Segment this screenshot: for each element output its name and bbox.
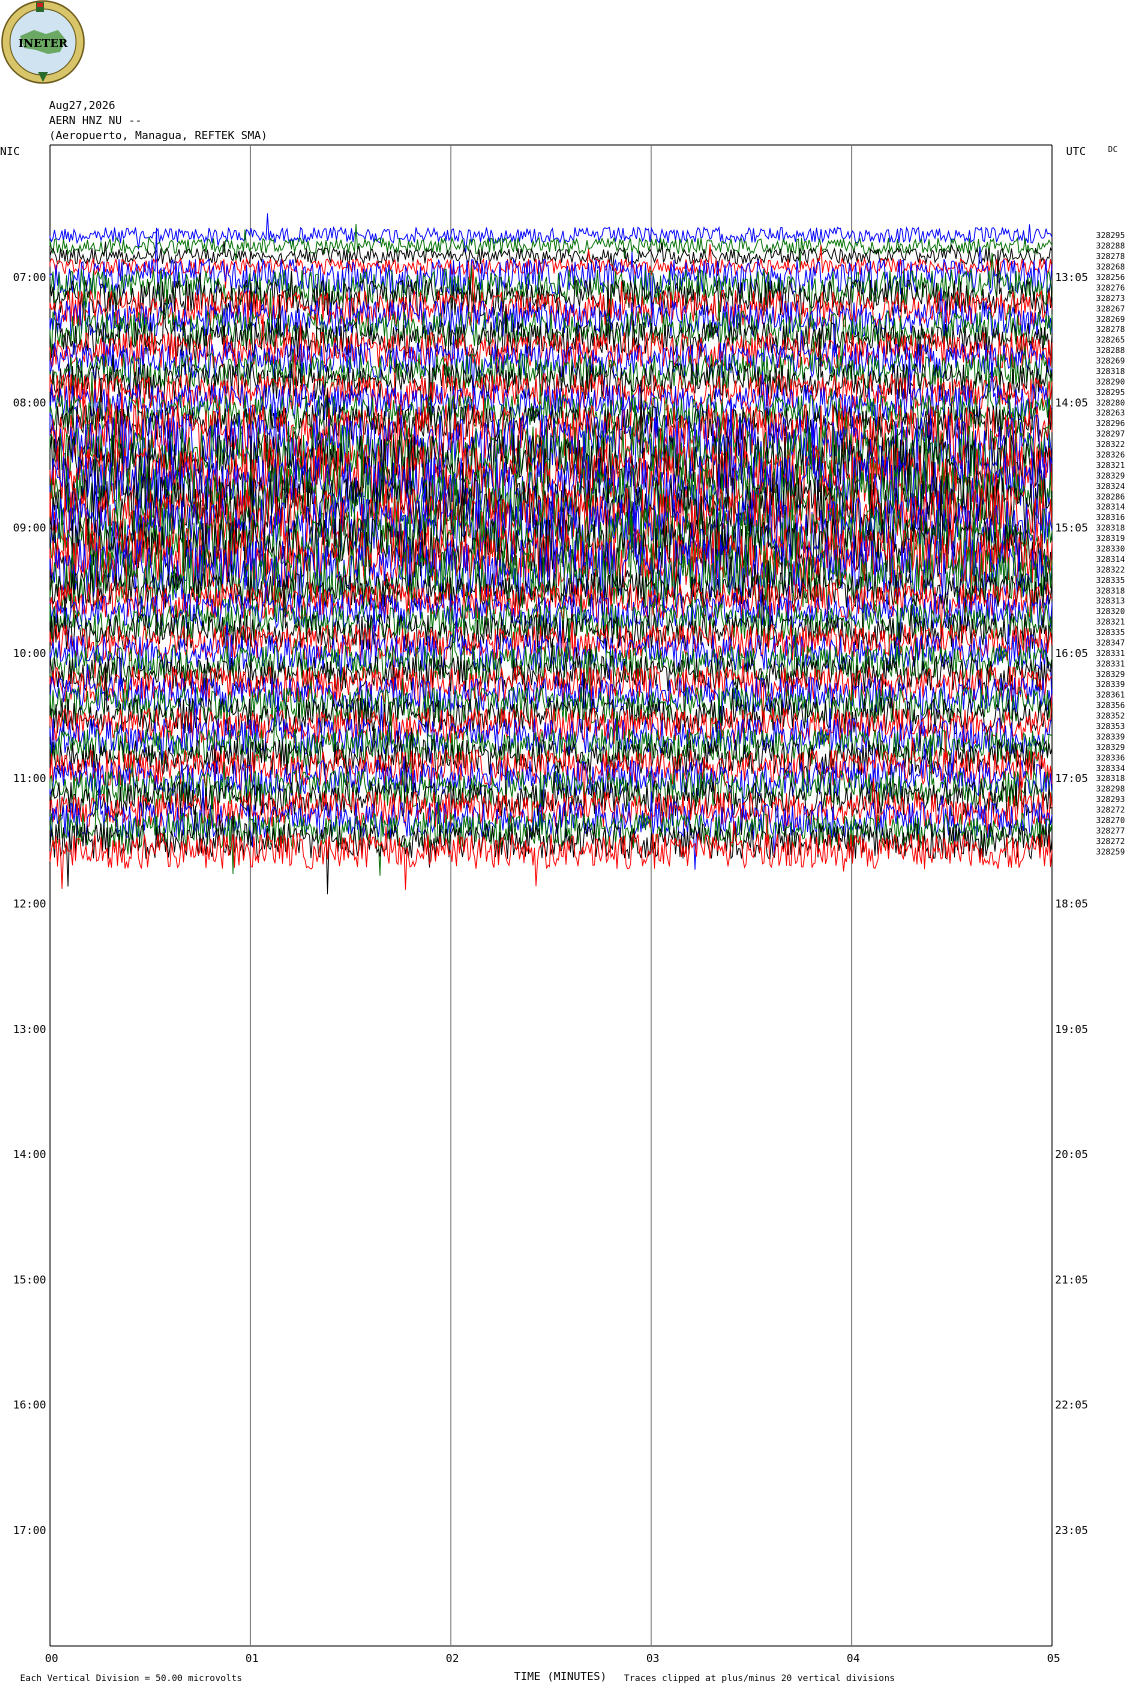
- trace-dc-label: 328329: [1096, 471, 1125, 480]
- trace-dc-label: 328269: [1096, 357, 1125, 366]
- trace-dc-label: 328290: [1096, 377, 1125, 386]
- left-time-label: 08:00: [13, 396, 46, 409]
- trace-dc-label: 328356: [1096, 701, 1125, 710]
- trace-dc-label: 328318: [1096, 367, 1125, 376]
- trace-dc-label: 328318: [1096, 586, 1125, 595]
- left-time-label: 10:00: [13, 647, 46, 660]
- x-tick-label: 01: [245, 1652, 258, 1665]
- right-time-label: 13:05: [1055, 271, 1088, 284]
- trace-dc-label: 328347: [1096, 638, 1125, 647]
- trace-dc-label: 328273: [1096, 294, 1125, 303]
- trace-dc-label: 328320: [1096, 607, 1125, 616]
- left-time-label: 15:00: [13, 1273, 46, 1286]
- trace-dc-label: 328330: [1096, 544, 1125, 553]
- trace-dc-label: 328267: [1096, 304, 1125, 313]
- trace-dc-label: 328326: [1096, 451, 1125, 460]
- trace-dc-label: 328269: [1096, 315, 1125, 324]
- trace-dc-label: 328272: [1096, 837, 1125, 846]
- left-time-label: 09:00: [13, 522, 46, 535]
- trace-dc-label: 328268: [1096, 263, 1125, 272]
- trace-dc-label: 328339: [1096, 680, 1125, 689]
- trace-dc-label: 328331: [1096, 649, 1125, 658]
- trace-dc-label: 328277: [1096, 826, 1125, 835]
- trace-dc-label: 328334: [1096, 764, 1125, 773]
- trace-dc-label: 328270: [1096, 816, 1125, 825]
- trace-dc-label: 328339: [1096, 732, 1125, 741]
- right-time-label: 16:05: [1055, 647, 1088, 660]
- trace-dc-label: 328361: [1096, 691, 1125, 700]
- trace-dc-label: 328272: [1096, 806, 1125, 815]
- trace-dc-label: 328278: [1096, 252, 1125, 261]
- x-axis-title: TIME (MINUTES): [514, 1670, 607, 1683]
- right-time-label: 21:05: [1055, 1273, 1088, 1286]
- trace-dc-label: 328280: [1096, 398, 1125, 407]
- left-time-label: 14:00: [13, 1148, 46, 1161]
- trace-dc-label: 328318: [1096, 774, 1125, 783]
- right-time-label: 15:05: [1055, 522, 1088, 535]
- trace-dc-label: 328318: [1096, 524, 1125, 533]
- trace-dc-label: 328276: [1096, 283, 1125, 292]
- right-time-label: 22:05: [1055, 1399, 1088, 1412]
- trace-dc-label: 328314: [1096, 503, 1125, 512]
- right-time-label: 14:05: [1055, 396, 1088, 409]
- trace-dc-label: 328256: [1096, 273, 1125, 282]
- helicorder-plot: 07:00 08:00 09:00 10:00 11:00 12:00 13:00 14:00…: [13, 144, 1125, 1665]
- x-tick-label: 04: [847, 1652, 861, 1665]
- left-time-label: 16:00: [13, 1399, 46, 1412]
- left-time-label: 12:00: [13, 898, 46, 911]
- right-time-label: 18:05: [1055, 898, 1088, 911]
- trace-dc-label: 328295: [1096, 231, 1125, 240]
- trace-dc-label: 328286: [1096, 492, 1125, 501]
- clip-note: Traces clipped at plus/minus 20 vertical…: [624, 1674, 895, 1684]
- trace-dc-label: 328313: [1096, 597, 1125, 606]
- right-time-label: 20:05: [1055, 1148, 1088, 1161]
- trace-dc-label: 328329: [1096, 670, 1125, 679]
- trace-dc-label: 328288: [1096, 242, 1125, 251]
- trace-dc-label: 328316: [1096, 513, 1125, 522]
- trace-dc-label: 328329: [1096, 743, 1125, 752]
- trace-dc-label: 328293: [1096, 795, 1125, 804]
- trace-dc-label: 328295: [1096, 388, 1125, 397]
- x-tick-label: 02: [446, 1652, 459, 1665]
- trace-dc-label: 328352: [1096, 712, 1125, 721]
- trace-dc-label: 328335: [1096, 628, 1125, 637]
- scale-note: Each Vertical Division = 50.00 microvolt…: [20, 1674, 243, 1684]
- trace-dc-label: 328314: [1096, 555, 1125, 564]
- trace-dc-label: 328259: [1096, 847, 1125, 856]
- trace-dc-label: 328335: [1096, 576, 1125, 585]
- right-time-label: 17:05: [1055, 772, 1088, 785]
- x-tick-label: 03: [646, 1652, 659, 1665]
- trace-dc-label: 328322: [1096, 440, 1125, 449]
- seismic-trace: [49, 213, 1053, 255]
- trace-dc-label: 328324: [1096, 482, 1125, 491]
- right-time-label: 19:05: [1055, 1023, 1088, 1036]
- right-time-label: 23:05: [1055, 1524, 1088, 1537]
- left-time-label: 17:00: [13, 1524, 46, 1537]
- trace-dc-label: 328321: [1096, 618, 1125, 627]
- trace-dc-label: 328298: [1096, 785, 1125, 794]
- trace-dc-label: 328331: [1096, 659, 1125, 668]
- trace-dc-label: 328288: [1096, 346, 1125, 355]
- trace-dc-label: 328297: [1096, 430, 1125, 439]
- trace-dc-label: 328319: [1096, 534, 1125, 543]
- trace-dc-label: 328265: [1096, 336, 1125, 345]
- x-tick-label: 00: [45, 1652, 58, 1665]
- left-time-label: 11:00: [13, 772, 46, 785]
- trace-dc-label: 328263: [1096, 409, 1125, 418]
- left-time-label: 07:00: [13, 271, 46, 284]
- trace-dc-label: 328278: [1096, 325, 1125, 334]
- trace-dc-label: 328322: [1096, 565, 1125, 574]
- left-time-label: 13:00: [13, 1023, 46, 1036]
- trace-dc-label: 328296: [1096, 419, 1125, 428]
- trace-dc-label: 328321: [1096, 461, 1125, 470]
- trace-dc-label: 328336: [1096, 753, 1125, 762]
- x-tick-label: 05: [1047, 1652, 1060, 1665]
- trace-dc-label: 328353: [1096, 722, 1125, 731]
